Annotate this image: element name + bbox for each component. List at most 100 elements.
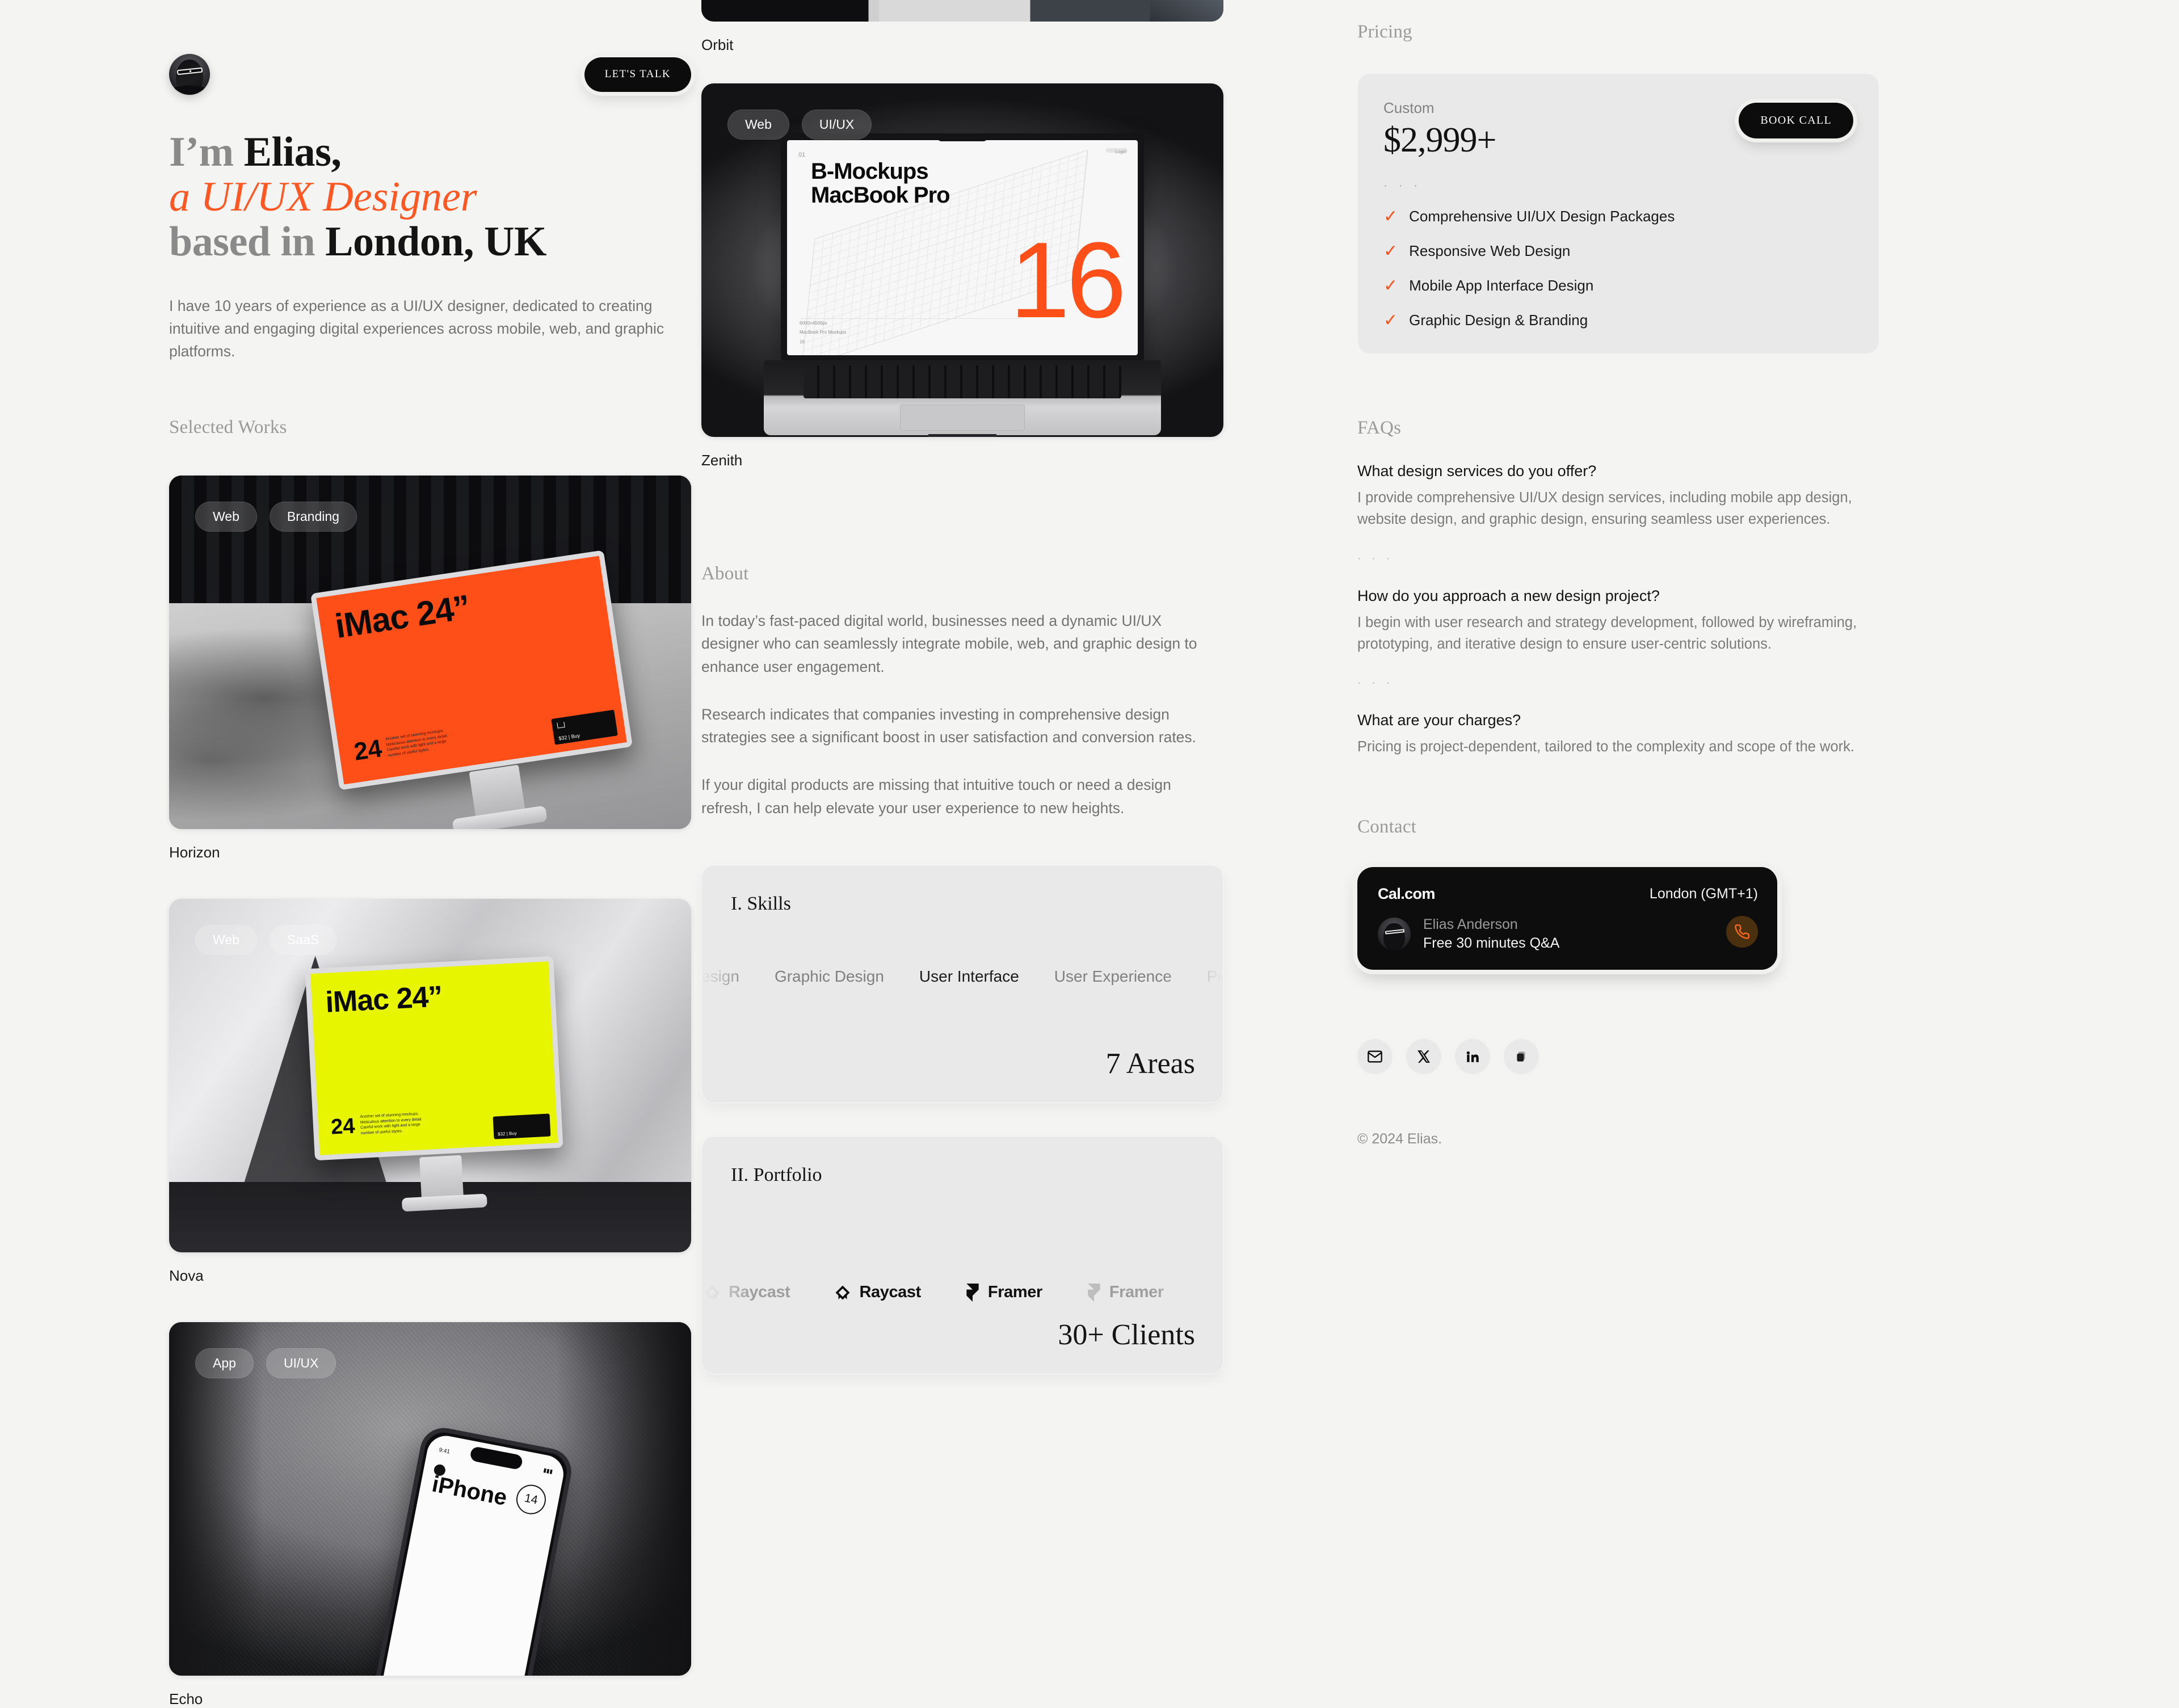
imac-screen-number: 24 bbox=[330, 1114, 356, 1139]
faq-question[interactable]: What design services do you offer? bbox=[1357, 462, 1866, 480]
pricing-section: Pricing Custom $2,999+ BOOK CALL . . . ✓… bbox=[1357, 22, 1879, 354]
portfolio-panel-figure: 30+ Clients bbox=[1058, 1318, 1195, 1351]
macbook-trackpad bbox=[900, 405, 1025, 431]
skills-panel-title: I. Skills bbox=[731, 893, 791, 914]
hero-location: London, UK bbox=[325, 218, 546, 266]
macbook-screen-figure: 16 bbox=[1009, 220, 1126, 340]
work-card-echo[interactable]: App UI/UX 9:41 ▮▮▮ iPhone 14 Echo bbox=[169, 1322, 692, 1708]
about-paragraph: Research indicates that companies invest… bbox=[701, 705, 1197, 746]
pricing-label: Pricing bbox=[1357, 22, 1412, 42]
faq-item[interactable]: What are your charges? Pricing is projec… bbox=[1357, 712, 1866, 758]
work-media[interactable]: Web Branding iMac 24” 24 Another set of … bbox=[169, 476, 691, 830]
work-media[interactable] bbox=[701, 0, 1223, 22]
work-tag[interactable]: SaaS bbox=[269, 925, 337, 956]
imac-screen-blurb: Another set of stunning mockups. Meticul… bbox=[385, 729, 448, 758]
scene-sheen bbox=[1150, 0, 1223, 22]
skills-marquee: esign Graphic Design User Interface User… bbox=[701, 961, 1223, 992]
macbook-notch bbox=[937, 135, 987, 141]
work-tag[interactable]: Web bbox=[195, 502, 257, 532]
portfolio-logos: Raycast Raycast Framer Framer bbox=[701, 1276, 1223, 1310]
cal-avatar-face bbox=[1383, 923, 1405, 951]
header: LET'S TALK bbox=[169, 54, 691, 95]
email-icon[interactable] bbox=[1357, 1039, 1393, 1075]
cal-person-name: Elias Anderson bbox=[1423, 916, 1518, 933]
faq-question[interactable]: How do you approach a new design project… bbox=[1357, 587, 1866, 605]
pricing-amount: $2,999+ bbox=[1383, 121, 1496, 159]
work-tag[interactable]: UI/UX bbox=[801, 110, 872, 140]
work-tag[interactable]: Web bbox=[195, 925, 257, 956]
phone-icon[interactable] bbox=[1726, 915, 1758, 948]
cal-avatar bbox=[1378, 918, 1411, 951]
left-column: LET'S TALK I’m Elias, a UI/UX Designer b… bbox=[0, 0, 692, 1708]
work-card-horizon[interactable]: Web Branding iMac 24” 24 Another set of … bbox=[169, 476, 692, 861]
imac-buy-bar bbox=[551, 709, 618, 746]
framer-cube-icon[interactable] bbox=[1504, 1039, 1539, 1075]
work-tag[interactable]: Branding bbox=[269, 502, 357, 532]
check-icon: ✓ bbox=[1383, 207, 1398, 226]
work-media[interactable]: Web SaaS iMac 24” 24 Another set of stun… bbox=[169, 899, 691, 1253]
pricing-feature-label: Responsive Web Design bbox=[1409, 242, 1571, 259]
hero-prefix: I’m bbox=[169, 129, 244, 175]
pricing-feature-label: Graphic Design & Branding bbox=[1409, 312, 1588, 329]
social-links bbox=[1357, 1039, 1866, 1075]
calcom-logo: Cal.com bbox=[1378, 885, 1435, 903]
book-call-button[interactable]: BOOK CALL bbox=[1739, 103, 1853, 138]
selected-works-label: Selected Works bbox=[169, 417, 287, 438]
avatar bbox=[169, 54, 210, 95]
faq-question[interactable]: What are your charges? bbox=[1357, 712, 1866, 729]
cal-text-block: Elias Anderson Free 30 minutes Q&A bbox=[1423, 916, 1559, 952]
work-tag[interactable]: UI/UX bbox=[266, 1348, 336, 1379]
macbook-lid: 01 B-Mockups MacBook Pro 16 Login 6000×45… bbox=[781, 133, 1144, 360]
pricing-feature: ✓ Mobile App Interface Design bbox=[1383, 277, 1853, 295]
about-label: About bbox=[701, 563, 749, 584]
cal-card-body: Elias Anderson Free 30 minutes Q&A bbox=[1378, 916, 1758, 952]
pricing-amount-block: Custom $2,999+ bbox=[1383, 99, 1496, 161]
hero-line-2: a UI/UX Designer bbox=[169, 175, 714, 220]
work-title: Orbit bbox=[701, 36, 734, 53]
meta-count: 16 bbox=[800, 339, 805, 345]
faq-separator: . . . bbox=[1357, 547, 1394, 563]
hero-based-prefix: based in bbox=[169, 218, 326, 266]
work-media[interactable]: Web UI/UX 01 B-Mockups MacBook Pro 16 Lo… bbox=[701, 83, 1223, 437]
macbook-screen: 01 B-Mockups MacBook Pro 16 Login 6000×45… bbox=[787, 140, 1138, 355]
faqs-section: FAQs What design services do you offer? … bbox=[1357, 418, 1866, 758]
faq-item[interactable]: What design services do you offer? I pro… bbox=[1357, 462, 1866, 531]
check-icon: ✓ bbox=[1383, 241, 1398, 260]
raycast-logo-icon: Raycast bbox=[834, 1283, 921, 1302]
faq-answer: Pricing is project-dependent, tailored t… bbox=[1357, 739, 1854, 755]
work-tags: Web UI/UX bbox=[727, 110, 872, 140]
hero-paragraph: I have 10 years of experience as a UI/UX… bbox=[169, 297, 664, 360]
imac-screen-blurb: Another set of stunning mockups. Meticul… bbox=[360, 1112, 423, 1135]
pricing-header: Custom $2,999+ BOOK CALL bbox=[1383, 99, 1853, 161]
lets-talk-button[interactable]: LET'S TALK bbox=[584, 57, 691, 92]
raycast-logo-icon: Raycast bbox=[704, 1283, 790, 1302]
iphone-screen-number: 14 bbox=[514, 1482, 549, 1517]
cal-card-header: Cal.com London (GMT+1) bbox=[1378, 885, 1758, 903]
work-media[interactable]: App UI/UX 9:41 ▮▮▮ iPhone 14 bbox=[169, 1322, 691, 1676]
macbook-keyboard bbox=[804, 365, 1121, 398]
pricing-feature: ✓ Responsive Web Design bbox=[1383, 242, 1853, 260]
portfolio-panel: II. Portfolio Raycast Raycast Framer Fra… bbox=[701, 1135, 1223, 1374]
logo-label: Framer bbox=[1109, 1283, 1164, 1302]
work-title: Echo bbox=[169, 1690, 203, 1708]
work-card-zenith[interactable]: Web UI/UX 01 B-Mockups MacBook Pro 16 Lo… bbox=[701, 83, 1344, 469]
portfolio-page: LET'S TALK I’m Elias, a UI/UX Designer b… bbox=[0, 0, 2179, 1707]
faq-item[interactable]: How do you approach a new design project… bbox=[1357, 587, 1866, 655]
work-title: Nova bbox=[169, 1267, 204, 1285]
x-twitter-icon[interactable] bbox=[1406, 1039, 1441, 1075]
work-card-nova[interactable]: Web SaaS iMac 24” 24 Another set of stun… bbox=[169, 899, 692, 1285]
macbook-screen-title-l2: MacBook Pro bbox=[811, 183, 950, 208]
linkedin-icon[interactable] bbox=[1455, 1039, 1490, 1075]
work-tag[interactable]: Web bbox=[727, 110, 789, 140]
work-card-orbit[interactable]: Orbit bbox=[701, 0, 1344, 54]
right-column: Pricing Custom $2,999+ BOOK CALL . . . ✓… bbox=[1344, 0, 1962, 1708]
logo-label: Framer bbox=[987, 1283, 1042, 1302]
pricing-feature-label: Mobile App Interface Design bbox=[1409, 277, 1594, 294]
work-tag[interactable]: App bbox=[195, 1348, 254, 1379]
faqs-label: FAQs bbox=[1357, 418, 1402, 438]
skill-item: esign bbox=[701, 967, 739, 985]
iphone-status-left: 9:41 bbox=[438, 1447, 451, 1455]
cal-booking-card[interactable]: Cal.com London (GMT+1) Elias Anderson Fr… bbox=[1357, 867, 1777, 970]
about-paragraph: In today’s fast-paced digital world, bus… bbox=[701, 612, 1197, 675]
check-icon: ✓ bbox=[1383, 310, 1398, 330]
